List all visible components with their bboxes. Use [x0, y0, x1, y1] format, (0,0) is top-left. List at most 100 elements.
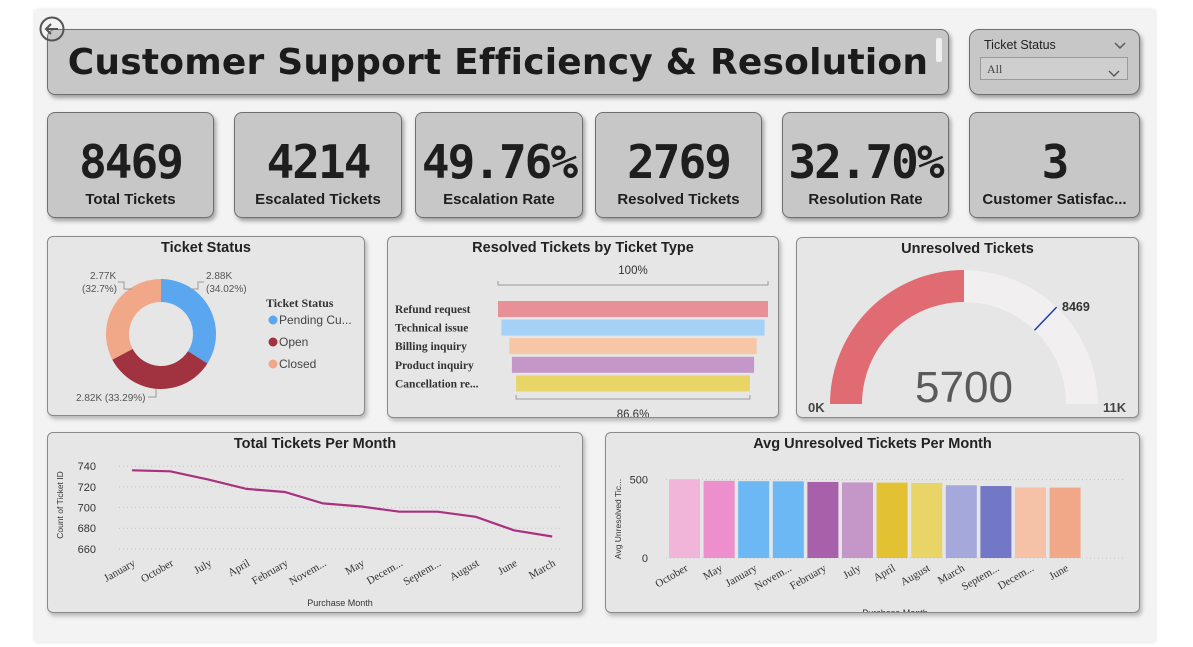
x-tick-label: January [102, 557, 138, 585]
slicer-clear-icon[interactable] [1113, 36, 1127, 49]
donut-slice [112, 348, 208, 389]
funnel-category-label: Cancellation re... [395, 378, 479, 390]
ticket-status-chart: Ticket Status 2.88K (34.02%) 2.77K (32.7%) 2… [47, 236, 365, 416]
legend-title: Ticket Status [266, 296, 334, 310]
ticket-status-slicer: Ticket Status All [969, 29, 1140, 95]
y-tick-label: 680 [78, 523, 96, 535]
series-line [131, 469, 553, 538]
line-chart: 660 680 700 720 740 January October July AprilFe… [55, 461, 562, 608]
x-tick-label: February [250, 557, 291, 587]
x-axis-title: Purchase Month [862, 608, 928, 612]
tickets-per-month-chart: Total Tickets Per Month 660 680 700 720 740 J… [47, 432, 583, 613]
gauge-max-label: 11K [1103, 400, 1127, 415]
avg-unresolved-per-month-chart: Avg Unresolved Tickets Per Month 0 500 Oct… [605, 432, 1140, 613]
x-tick-label: March [527, 557, 558, 582]
funnel-bar [509, 338, 757, 355]
kpi-card-resolved-tickets: 2769 Resolved Tickets [595, 112, 762, 218]
kpi-card-escalated-tickets: 4214 Escalated Tickets [234, 112, 402, 218]
x-axis-title: Purchase Month [307, 598, 373, 608]
legend-marker [268, 337, 278, 347]
gauge-min-label: 0K [808, 400, 825, 415]
leader-line [148, 389, 157, 398]
y-axis-title: Avg Unresolved Tic... [613, 479, 623, 559]
kpi-value: 4214 [266, 135, 372, 189]
donut-chart: 2.88K (34.02%) 2.77K (32.7%) 2.82K (33.29%) T… [76, 271, 352, 404]
funnel-bar [498, 301, 768, 317]
kpi-card-customer-satisfaction: 3 Customer Satisfac... [969, 112, 1140, 218]
funnel-bar [516, 375, 750, 392]
funnel-bottom-label: 86.6% [617, 409, 650, 417]
y-tick-label: 700 [78, 503, 96, 515]
x-tick-label: April [226, 557, 252, 579]
title-scrollbar[interactable] [936, 38, 942, 62]
title-card: Customer Support Efficiency & Resolution [47, 29, 949, 95]
kpi-label: Resolved Tickets [617, 191, 740, 208]
kpi-value: 49.76% [421, 135, 578, 189]
column-bar [842, 482, 873, 558]
legend-item: Pending Cu... [279, 313, 352, 327]
leader-line [118, 281, 132, 290]
gauge-target-label: 8469 [1062, 300, 1090, 314]
x-tick-label: February [788, 562, 829, 592]
y-tick-label: 0 [642, 553, 648, 565]
kpi-label: Escalation Rate [443, 191, 555, 208]
x-tick-label: Septem... [960, 562, 1002, 593]
column-bar [876, 482, 908, 558]
x-tick-label: August [448, 557, 482, 583]
x-tick-label: July [192, 557, 214, 577]
slice-label: 2.77K [90, 271, 116, 282]
y-axis-title: Count of Ticket ID [55, 471, 65, 539]
funnel-bottom-bracket [515, 395, 751, 400]
funnel-category-label: Billing inquiry [395, 341, 467, 353]
column-bar [980, 486, 1012, 558]
x-tick-label: October [653, 562, 690, 590]
x-tick-label: Decem... [996, 562, 1036, 592]
funnel-bar [511, 356, 755, 373]
kpi-label: Escalated Tickets [255, 191, 381, 208]
x-tick-label: July [841, 562, 863, 582]
gauge-value: 5700 [915, 363, 1013, 412]
column-bar [703, 480, 735, 558]
funnel-category-label: Technical issue [395, 323, 468, 335]
x-tick-label: June [496, 557, 520, 578]
y-tick-label: 720 [78, 482, 96, 494]
x-tick-label: Decem... [365, 557, 405, 587]
slice-label: 2.82K (33.29%) [76, 393, 146, 404]
kpi-value: 2769 [627, 135, 732, 189]
funnel-chart: 100% Refund request Technical issue Billing… [395, 265, 769, 417]
funnel-top-label: 100% [618, 265, 647, 277]
legend-item: Closed [279, 357, 316, 371]
column-bar [807, 481, 839, 558]
kpi-label: Resolution Rate [808, 191, 923, 208]
funnel-category-label: Refund request [395, 304, 471, 316]
column-chart: 0500October MayJanuaryNovem...February Jul… [613, 475, 1126, 612]
kpi-label: Total Tickets [85, 191, 176, 208]
x-tick-label: October [139, 557, 176, 585]
funnel-bar [501, 319, 765, 336]
dashboard-canvas: Customer Support Efficiency & Resolution… [35, 10, 1155, 642]
legend-marker [268, 359, 278, 369]
column-bar [772, 481, 804, 558]
slicer-dropdown[interactable]: All [980, 57, 1128, 80]
column-bar [911, 482, 943, 558]
column-bar [1015, 487, 1046, 558]
gauge-chart: 8469 5700 0K 11K [808, 270, 1127, 415]
kpi-card-escalation-rate: 49.76% Escalation Rate [415, 112, 583, 218]
x-tick-label: August [899, 562, 933, 588]
column-bar [1049, 487, 1081, 558]
legend-marker [268, 315, 278, 325]
column-bar [945, 485, 977, 558]
x-tick-label: Novem... [753, 562, 794, 593]
slice-label: (34.02%) [206, 284, 247, 295]
slicer-value: All [987, 62, 1003, 76]
slicer-label: Ticket Status [984, 38, 1056, 52]
resolved-by-type-chart: Resolved Tickets by Ticket Type 100% Refu… [387, 236, 779, 418]
legend-item: Open [279, 335, 308, 349]
x-tick-label: April [871, 562, 897, 584]
column-bar [669, 479, 700, 558]
back-arrow-icon[interactable] [39, 16, 65, 42]
y-tick-label: 740 [78, 461, 96, 473]
slice-label: (32.7%) [82, 284, 117, 295]
page-title: Customer Support Efficiency & Resolution [67, 42, 929, 83]
leader-line [190, 281, 204, 290]
